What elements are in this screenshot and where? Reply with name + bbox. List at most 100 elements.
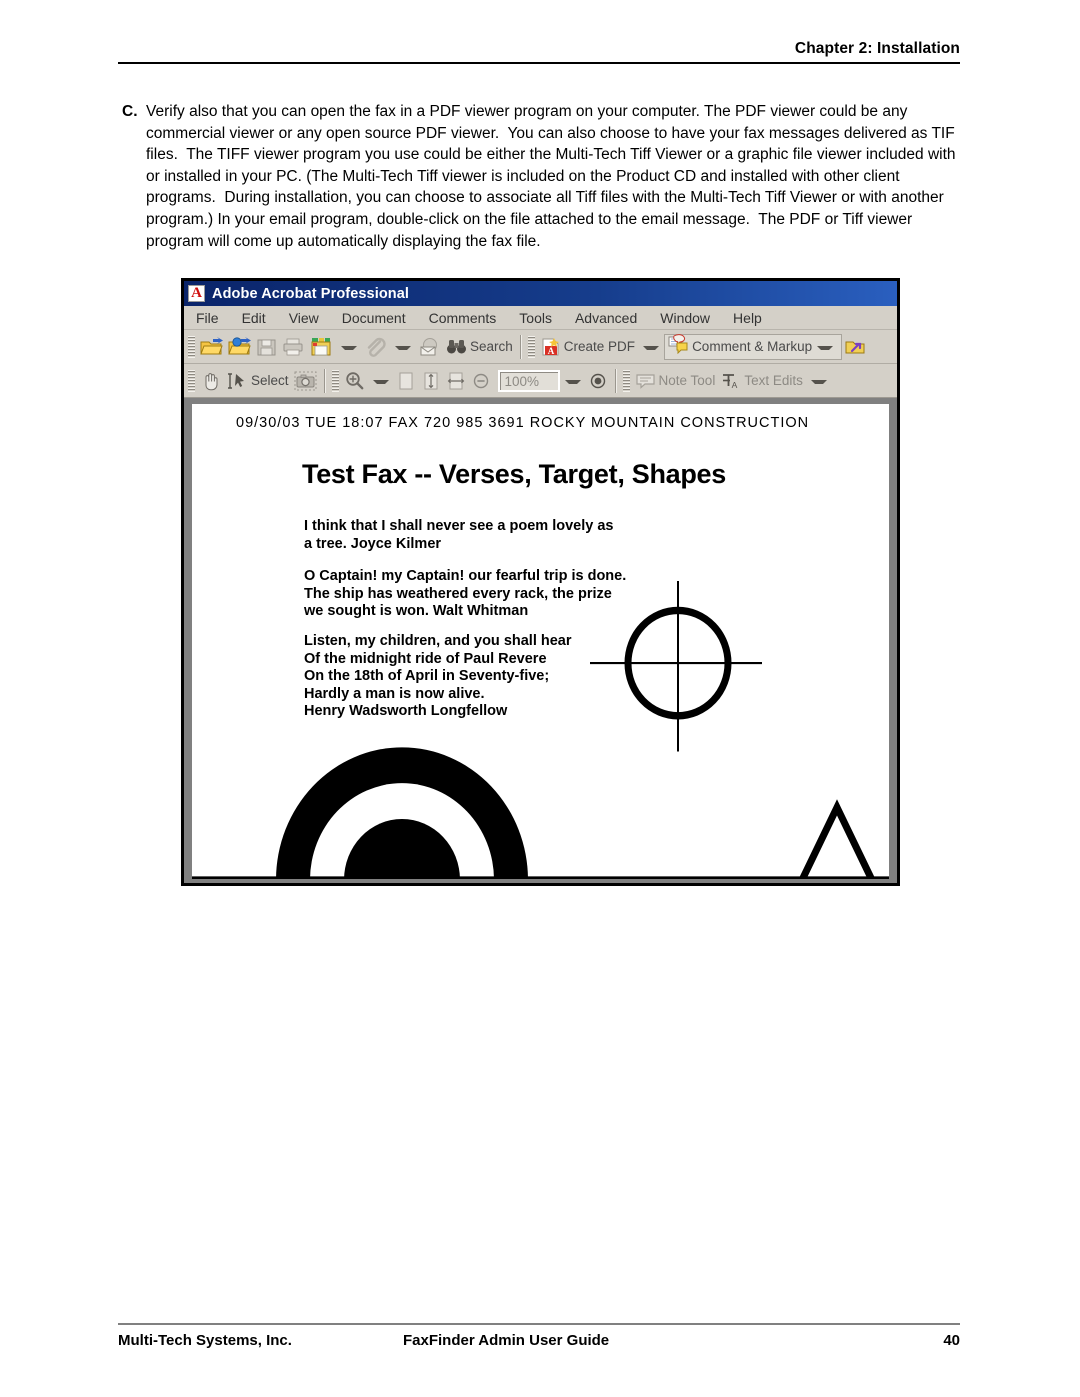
create-pdf-icon: A [540, 337, 561, 357]
toolbar-gripper-5[interactable] [622, 369, 630, 392]
text-edits-caret-icon[interactable] [810, 379, 827, 384]
organizer-button[interactable] [308, 334, 335, 360]
comment-markup-button[interactable]: Comment & Markup [664, 333, 843, 360]
hand-icon [200, 371, 221, 391]
menu-tools[interactable]: Tools [519, 310, 552, 326]
binoculars-icon [446, 337, 467, 357]
note-tool-label: Note Tool [658, 373, 716, 388]
snapshot-button[interactable] [292, 368, 319, 394]
instruction-text: Verify also that you can open the fax in… [146, 103, 960, 250]
triangle-outline-shape [798, 799, 876, 879]
header-rule [118, 62, 960, 64]
instruction-block: C. Verify also that you can open the fax… [122, 101, 962, 252]
menu-comments[interactable]: Comments [429, 310, 497, 326]
svg-text:A: A [732, 380, 738, 390]
svg-text:A: A [548, 346, 555, 356]
menu-file[interactable]: File [196, 310, 219, 326]
toolbar-separator-2 [323, 368, 326, 393]
footer-rule [118, 1323, 960, 1325]
menu-view[interactable]: View [289, 310, 319, 326]
open-folder-icon [200, 336, 223, 357]
verse-kilmer: I think that I shall never see a poem lo… [304, 518, 614, 552]
search-button-label: Search [470, 339, 513, 354]
page-icon [396, 371, 416, 391]
window-title: Adobe Acrobat Professional [212, 285, 410, 302]
fax-title: Test Fax -- Verses, Target, Shapes [302, 459, 726, 489]
zoom-in-icon [588, 371, 608, 391]
toolbar-file: Search A Create PDF Comment & Markup [184, 330, 897, 364]
send-review-icon [844, 337, 865, 357]
select-tool-label: Select [251, 373, 289, 388]
fit-width-icon [446, 371, 466, 391]
comment-markup-caret-icon[interactable] [817, 345, 834, 350]
footer-company: Multi-Tech Systems, Inc. [118, 1332, 292, 1349]
open-file-button[interactable] [198, 334, 225, 360]
organizer-icon [310, 337, 333, 357]
envelope-icon [418, 337, 441, 357]
actual-size-button[interactable] [394, 368, 418, 394]
toolbar-tools: Select 100% Note Tool A Text Edits [184, 364, 897, 398]
chapter-header-text: Chapter 2: Installation [794, 40, 960, 57]
toolbar-gripper-3[interactable] [188, 369, 195, 392]
verse-longfellow: Listen, my children, and you shall hear … [304, 633, 572, 719]
hand-tool-button[interactable] [198, 368, 223, 394]
list-marker: C. [122, 103, 138, 120]
zoom-tool-caret-icon[interactable] [372, 379, 389, 384]
fax-transmission-header: 09/30/03 TUE 18:07 FAX 720 985 3691 ROCK… [236, 415, 810, 431]
save-button[interactable] [254, 334, 279, 360]
organizer-caret-icon[interactable] [341, 345, 357, 350]
attach-file-button[interactable] [362, 334, 389, 360]
page-header: Chapter 2: Installation [118, 40, 960, 64]
paperclip-icon [364, 337, 387, 357]
zoom-level-input[interactable]: 100% [497, 369, 560, 392]
attach-caret-icon[interactable] [395, 345, 411, 350]
toolbar-separator-3 [614, 368, 617, 393]
menubar: File Edit View Document Comments Tools A… [184, 306, 897, 330]
zoom-in-button[interactable] [586, 368, 610, 394]
fit-page-icon [421, 371, 441, 391]
footer-guide-title: FaxFinder Admin User Guide [403, 1332, 610, 1349]
comment-markup-label: Comment & Markup [692, 339, 813, 354]
fit-page-button[interactable] [419, 368, 443, 394]
page-footer: Multi-Tech Systems, Inc. FaxFinder Admin… [118, 1323, 960, 1349]
floppy-disk-icon [256, 337, 277, 357]
menu-document[interactable]: Document [342, 310, 406, 326]
toolbar-separator [519, 334, 522, 359]
open-web-pdf-button[interactable] [226, 334, 253, 360]
concentric-arcs-shape [276, 747, 528, 879]
text-edits-button[interactable]: A Text Edits [718, 368, 805, 394]
select-tool-button[interactable]: Select [224, 368, 291, 394]
zoom-in-tool-button[interactable] [342, 368, 367, 394]
zoom-out-button[interactable] [469, 368, 493, 394]
printer-icon [282, 337, 305, 357]
send-for-review-button[interactable] [842, 334, 867, 360]
folder-globe-icon [228, 336, 251, 357]
toolbar-gripper[interactable] [188, 335, 195, 358]
create-pdf-caret-icon[interactable] [643, 345, 660, 350]
toolbar-gripper-4[interactable] [331, 369, 339, 392]
zoom-level-chevron-down-icon[interactable] [564, 379, 581, 384]
camera-icon [294, 371, 317, 391]
menu-advanced[interactable]: Advanced [575, 310, 637, 326]
note-tool-button[interactable]: Note Tool [633, 368, 718, 394]
menu-window[interactable]: Window [660, 310, 710, 326]
window-titlebar[interactable]: Adobe Acrobat Professional [184, 281, 897, 306]
verse-whitman: O Captain! my Captain! our fearful trip … [304, 568, 627, 619]
text-edits-label: Text Edits [744, 373, 803, 388]
menu-edit[interactable]: Edit [242, 310, 266, 326]
adobe-acrobat-window: Adobe Acrobat Professional File Edit Vie… [181, 278, 900, 886]
print-button[interactable] [280, 334, 307, 360]
email-button[interactable] [416, 334, 443, 360]
search-button[interactable]: Search [444, 334, 515, 360]
fax-page: 09/30/03 TUE 18:07 FAX 720 985 3691 ROCK… [192, 404, 889, 879]
select-cursor-icon [226, 371, 248, 391]
toolbar-gripper-2[interactable] [527, 335, 535, 358]
fit-width-button[interactable] [444, 368, 468, 394]
menu-help[interactable]: Help [733, 310, 762, 326]
footer-row: Multi-Tech Systems, Inc. FaxFinder Admin… [118, 1332, 960, 1349]
zoom-out-icon [471, 371, 491, 391]
document-viewport[interactable]: 09/30/03 TUE 18:07 FAX 720 985 3691 ROCK… [184, 398, 897, 883]
create-pdf-label: Create PDF [563, 339, 636, 354]
create-pdf-button[interactable]: A Create PDF [538, 334, 637, 360]
sticky-note-icon [635, 371, 656, 391]
